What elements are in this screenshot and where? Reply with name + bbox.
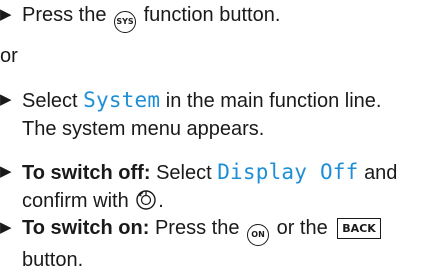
- step-switch-off-text: To switch off: Select Display Off and co…: [22, 158, 440, 215]
- or-separator: or: [0, 45, 18, 67]
- step4-middle: or the: [276, 217, 328, 239]
- on-button-icon: ON: [247, 224, 270, 246]
- step4-line2: button.: [22, 249, 84, 271]
- step3-before: Select: [156, 162, 212, 184]
- step-switch-on: ▶ To switch on: Press the ON or the BACK…: [0, 214, 440, 274]
- switch-off-label: To switch off:: [22, 162, 151, 184]
- step1-before: Press the: [22, 4, 107, 26]
- step3-after: and: [364, 162, 398, 184]
- bullet-arrow-icon: ▶: [0, 6, 12, 23]
- instruction-page: ▶ Press the SYS function button. or ▶ Se…: [0, 0, 440, 271]
- step-press-sys: ▶ Press the SYS function button.: [0, 1, 440, 33]
- step2-before: Select: [22, 90, 78, 112]
- switch-on-label: To switch on:: [22, 217, 150, 239]
- step-select-system-text: Select System in the main function line.…: [22, 86, 440, 143]
- step-press-sys-text: Press the SYS function button.: [22, 1, 440, 33]
- step-switch-off: ▶ To switch off: Select Display Off and …: [0, 158, 440, 215]
- bullet-arrow-icon: ▶: [0, 91, 12, 108]
- step2-line2: The system menu appears.: [22, 118, 265, 140]
- step1-after: function button.: [143, 4, 281, 26]
- bullet-arrow-icon: ▶: [0, 163, 12, 180]
- back-button-icon: BACK: [337, 218, 381, 239]
- sys-button-icon: SYS: [114, 11, 137, 33]
- step-select-system: ▶ Select System in the main function lin…: [0, 86, 440, 143]
- step2-after: in the main function line.: [165, 90, 382, 112]
- step3-line2-before: confirm with: [22, 190, 129, 212]
- system-menu-item: System: [83, 88, 161, 112]
- bullet-arrow-icon: ▶: [0, 219, 12, 236]
- step4-before: Press the: [154, 217, 240, 239]
- display-off-menu-item: Display Off: [217, 160, 359, 184]
- step-switch-on-text: To switch on: Press the ON or the BACK b…: [22, 214, 440, 274]
- controller-knob-icon: [136, 190, 156, 210]
- step3-line2-after: .: [158, 190, 164, 212]
